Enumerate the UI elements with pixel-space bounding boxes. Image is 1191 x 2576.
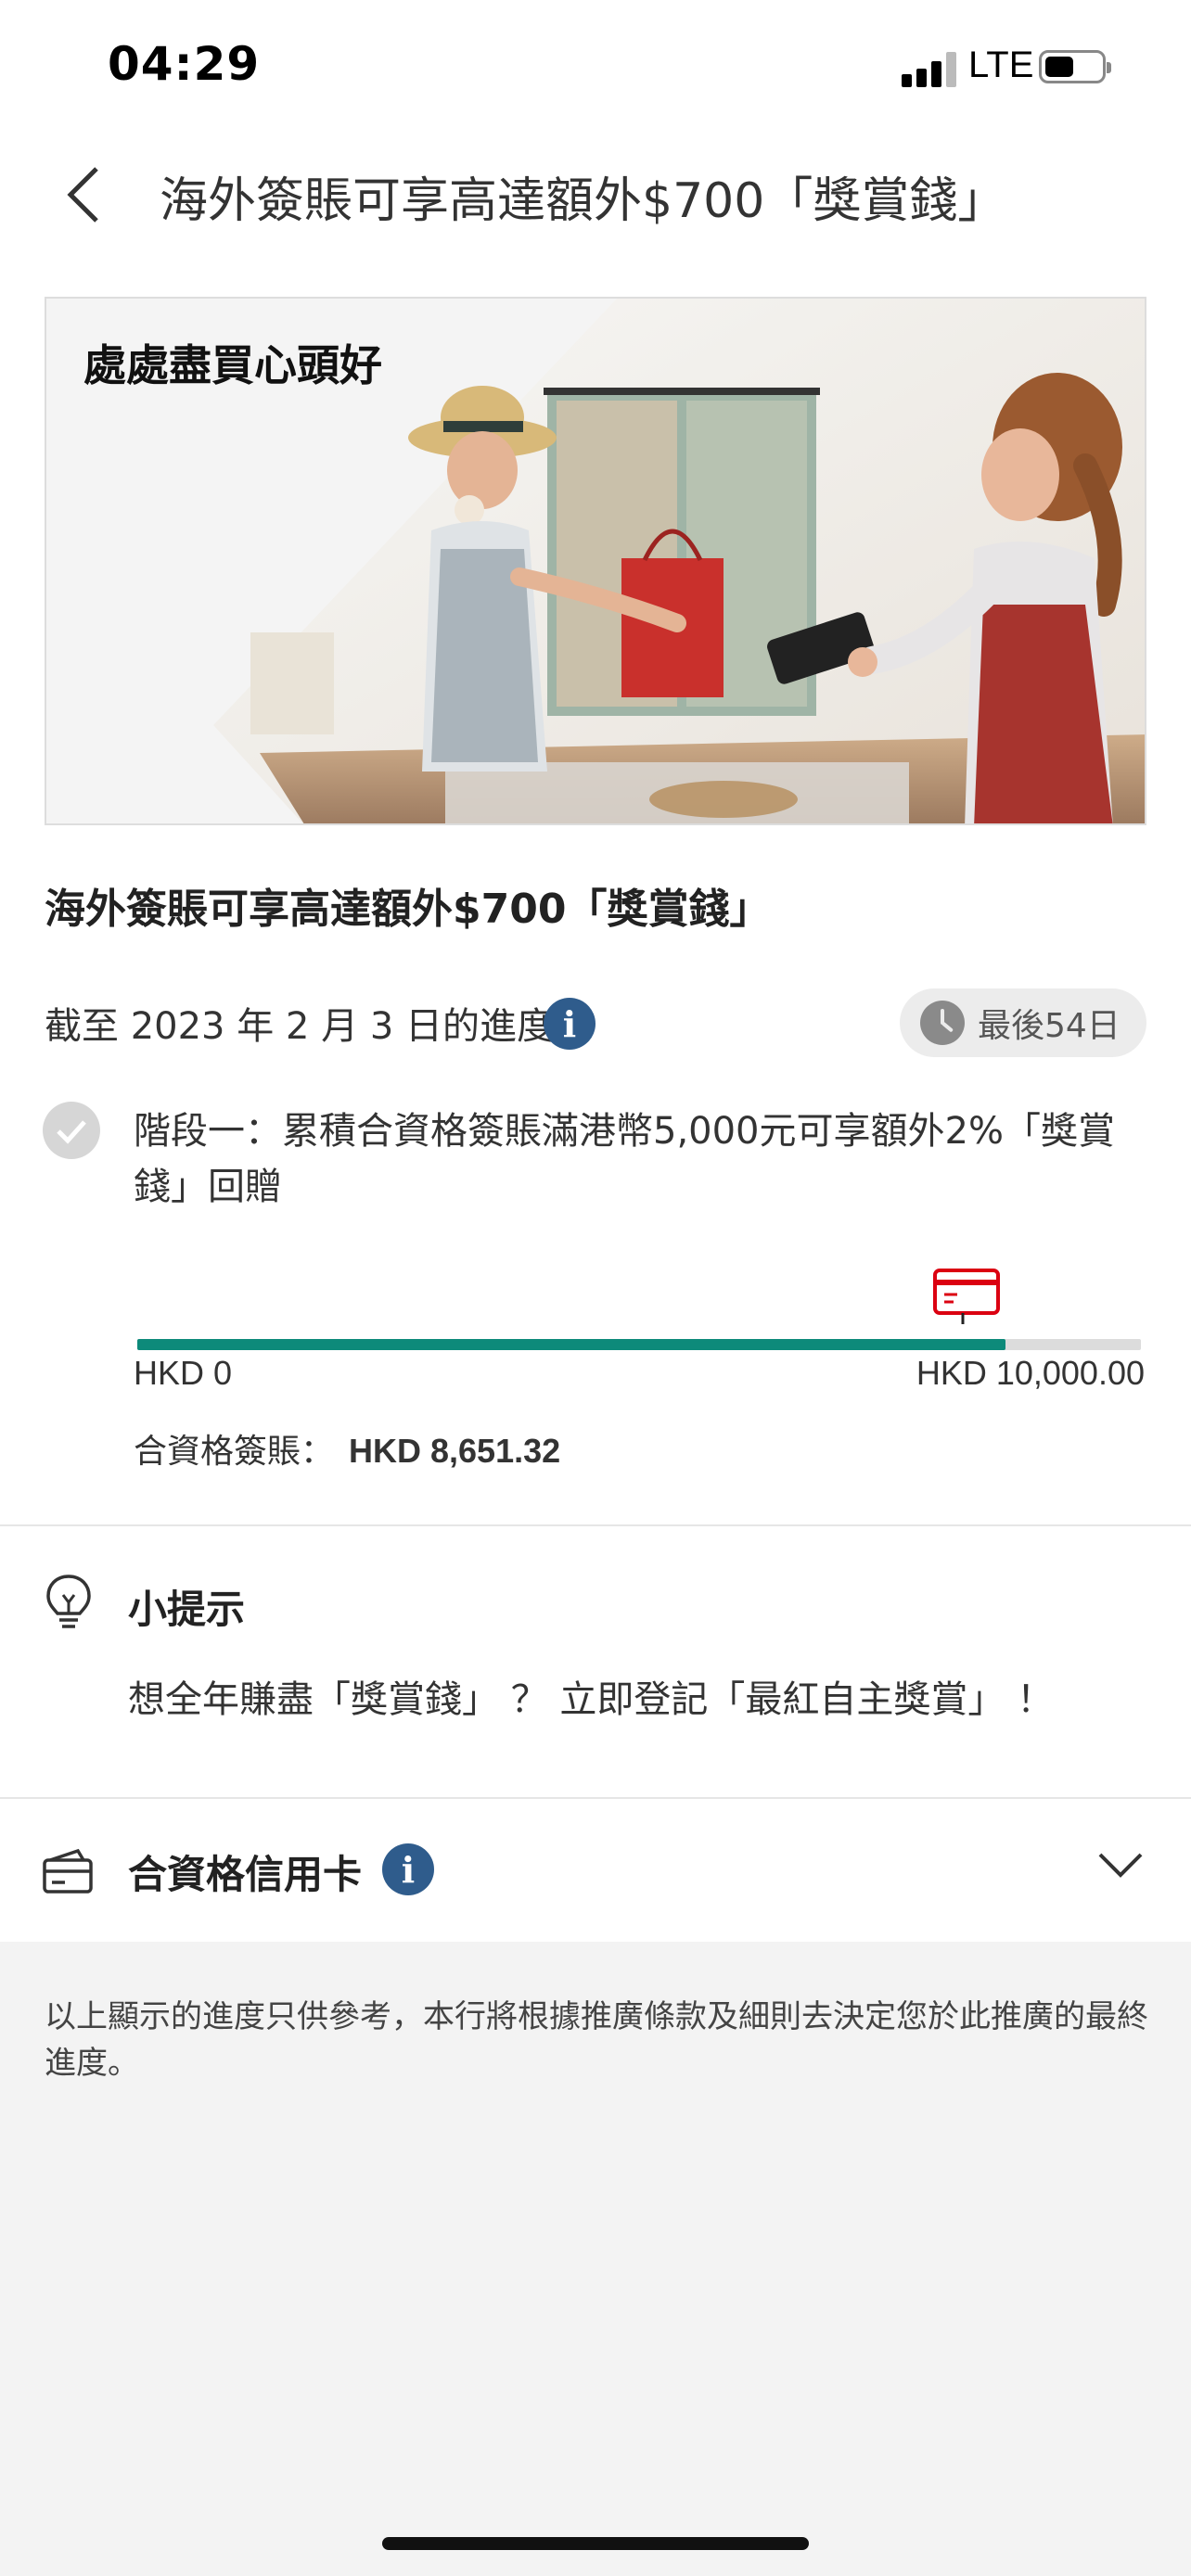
banner-slogan: 處處盡買心頭好 [83, 340, 382, 390]
signal-icon [902, 50, 959, 87]
promo-title: 海外簽賬可享高達額外$700「獎賞錢」 [45, 886, 771, 933]
days-left-label: 最後54日 [978, 1007, 1121, 1045]
back-button[interactable] [56, 158, 111, 232]
back-chevron-icon [67, 167, 98, 223]
disclaimer-area: 以上顯示的進度只供參考，本行將根據推廣條款及細則去決定您於此推廣的最終進度。 [0, 1942, 1191, 2576]
promo-banner: 處處盡買心頭好 [45, 297, 1146, 825]
status-bar: 04:29 LTE [0, 0, 1191, 130]
stage-check-icon [43, 1102, 100, 1159]
eligible-cards-label: 合資格信用卡 [128, 1852, 363, 1897]
eligible-spending-amount: HKD 8,651.32 [349, 1432, 561, 1470]
wallet-icon [41, 1847, 95, 1895]
nav-header: 海外簽賬可享高達額外$700「獎賞錢」 [0, 130, 1191, 260]
credit-card-icon [931, 1267, 1002, 1326]
progress-bar [137, 1339, 1141, 1350]
progress-bar-fill [137, 1339, 1005, 1350]
divider [0, 1524, 1191, 1526]
clock-icon [920, 1001, 965, 1045]
tip-title: 小提示 [128, 1587, 246, 1632]
disclaimer-text: 以上顯示的進度只供參考，本行將根據推廣條款及細則去決定您於此推廣的最終進度。 [45, 1998, 1148, 2082]
info-icon[interactable]: i [382, 1843, 434, 1895]
network-label: LTE [968, 45, 1034, 85]
lightbulb-icon [45, 1573, 93, 1630]
days-left-badge: 最後54日 [900, 988, 1146, 1057]
progress-min-label: HKD 0 [134, 1354, 233, 1392]
battery-icon [1039, 50, 1111, 83]
eligible-cards-row[interactable]: 合資格信用卡 i [0, 1799, 1191, 1942]
progress-max-label: HKD 10,000.00 [916, 1354, 1145, 1392]
progress-date: 截至 2023 年 2 月 3 日的進度 [45, 1005, 554, 1048]
page-title: 海外簽賬可享高達額外$700「獎賞錢」 [160, 173, 1006, 229]
chevron-down-icon[interactable] [1096, 1847, 1145, 1884]
stage-description: 階段一：累積合資格簽賬滿港幣5,000元可享額外2%「獎賞錢」回贈 [134, 1110, 1115, 1208]
home-indicator[interactable] [382, 2537, 809, 2550]
tip-link[interactable]: 想全年賺盡「獎賞錢」 ？ 立即登記「最紅自主獎賞」 ！ [128, 1669, 1054, 1723]
eligible-spending: 合資格簽賬： HKD 8,651.32 [134, 1424, 560, 1473]
info-icon[interactable]: i [544, 998, 596, 1050]
status-time: 04:29 [108, 37, 261, 91]
eligible-spending-label: 合資格簽賬： [134, 1433, 335, 1471]
